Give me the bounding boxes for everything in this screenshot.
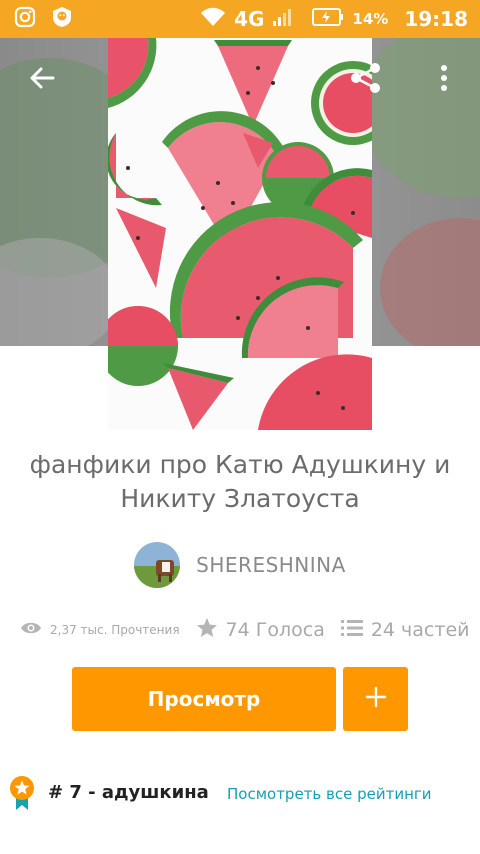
clock: 19:18 — [404, 7, 468, 31]
add-to-library-button[interactable] — [343, 667, 408, 731]
app-badge-icon — [50, 5, 74, 33]
star-icon — [196, 617, 218, 643]
rank-text: # 7 - адушкина — [48, 782, 209, 803]
eye-icon — [20, 620, 42, 640]
view-all-rankings-link[interactable]: Посмотреть все рейтинги — [227, 785, 432, 803]
plus-icon — [365, 686, 387, 712]
battery-level: 14% — [352, 10, 389, 28]
back-button[interactable] — [22, 60, 62, 100]
story-title-line-1: фанфики про Катю Адушкину и — [29, 450, 451, 479]
story-stats: 2,37 тыс. Прочтения 74 Голоса 24 частей — [20, 612, 470, 648]
more-options-button[interactable] — [424, 60, 464, 100]
parts-count: 24 частей — [370, 619, 470, 641]
battery-icon — [312, 7, 344, 31]
author-row[interactable]: SHERESHNINA — [0, 540, 480, 590]
story-title: фанфики про Катю Адушкину и Никиту Злато… — [20, 448, 460, 516]
more-vert-icon — [440, 65, 448, 95]
story-title-line-2: Никиту Златоуста — [120, 484, 360, 513]
parts-stat: 24 частей — [340, 619, 470, 641]
reads-stat: 2,37 тыс. Прочтения — [20, 620, 180, 640]
signal-icon — [272, 7, 294, 31]
wifi-icon — [200, 6, 226, 32]
back-arrow-icon — [29, 65, 55, 95]
reads-count: 2,37 тыс. Прочтения — [50, 623, 180, 637]
votes-stat: 74 Голоса — [196, 617, 325, 643]
list-icon — [340, 619, 363, 641]
status-bar: 4G 14% 19:18 — [0, 0, 480, 38]
rank-badge-icon — [8, 774, 38, 816]
share-icon — [349, 61, 383, 99]
story-cover[interactable] — [108, 38, 372, 430]
network-type: 4G — [234, 7, 265, 31]
author-name[interactable]: SHERESHNINA — [196, 553, 346, 577]
instagram-icon — [14, 6, 36, 32]
votes-count: 74 Голоса — [225, 619, 325, 641]
read-button-label: Просмотр — [147, 687, 261, 711]
read-button[interactable]: Просмотр — [72, 667, 336, 731]
avatar[interactable] — [134, 542, 181, 588]
share-button[interactable] — [346, 60, 386, 100]
ranking-row: # 7 - адушкина Посмотреть все рейтинги — [0, 770, 480, 814]
